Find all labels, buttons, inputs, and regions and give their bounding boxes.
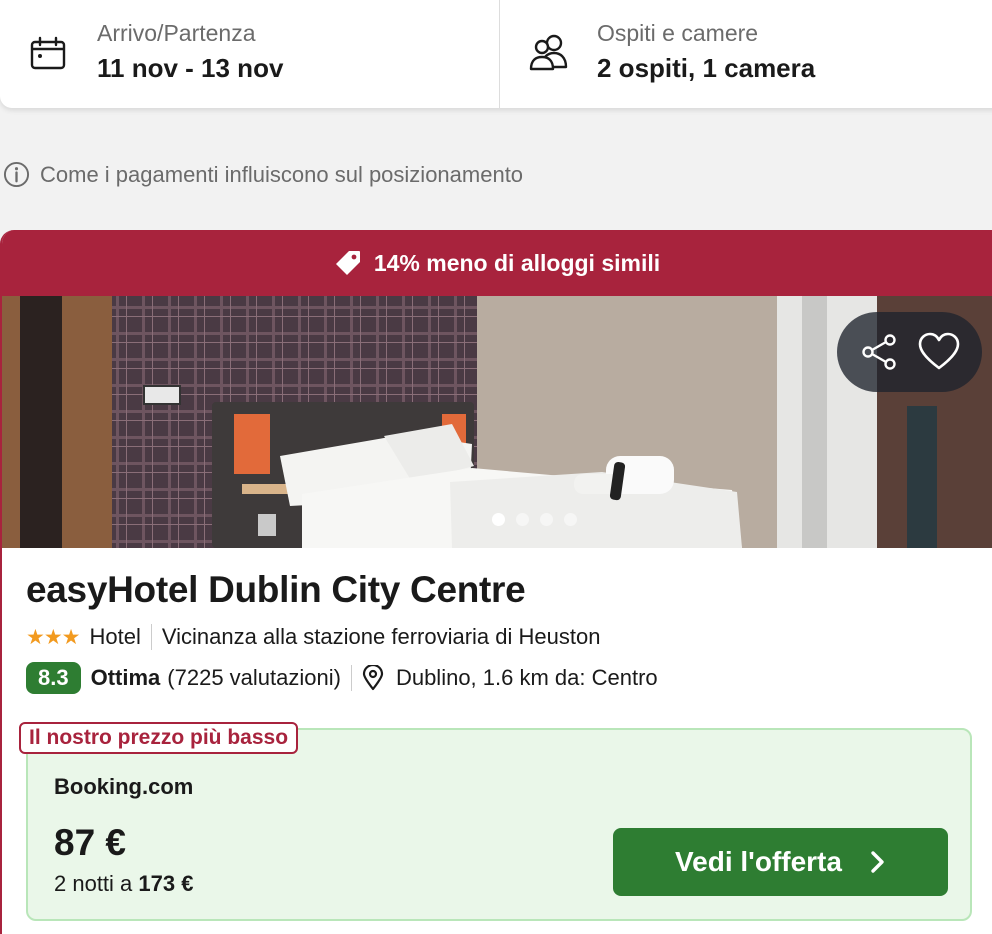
lowest-price-badge: Il nostro prezzo più basso [19,722,299,754]
hotel-feature: Vicinanza alla stazione ferroviaria di H… [161,624,601,649]
info-text: Come i pagamenti influiscono sul posizio… [40,161,524,187]
payments-ranking-info[interactable]: Come i pagamenti influiscono sul posizio… [3,161,523,188]
photo-dot[interactable] [516,513,529,526]
hotel-rating-location: 8.3 Ottima (7225 valutazioni) Dublino, 1… [26,662,658,694]
photo-dot[interactable] [564,513,577,526]
guests-label: Ospiti e camere [597,20,759,46]
dates-selector[interactable]: Arrivo/Partenza 11 nov - 13 nov [0,0,500,108]
divider [350,665,352,691]
search-bar: Arrivo/Partenza 11 nov - 13 nov Ospiti e… [0,0,992,108]
photo-dot[interactable] [492,513,505,526]
review-count[interactable]: (7225 valutazioni) [167,665,341,691]
photo-actions [837,312,982,392]
map-pin-icon [362,665,384,691]
nights-prefix: 2 notti a [54,871,133,896]
chevron-right-icon [871,851,884,873]
favorite-button[interactable] [916,329,962,375]
calendar-icon [30,36,66,70]
dates-label: Arrivo/Partenza [97,20,256,46]
view-offer-label: Vedi l'offerta [675,846,842,877]
hotel-photo[interactable] [2,296,992,548]
info-icon [3,161,30,188]
guests-selector[interactable]: Ospiti e camere 2 ospiti, 1 camera [500,0,992,108]
offer-price: 87 € [54,822,127,863]
share-icon [862,334,896,370]
offer-provider: Booking.com [54,774,194,799]
star-rating: ★★★ [26,625,80,649]
total-price: 173 € [138,871,194,896]
share-button[interactable] [857,329,903,375]
hotel-name[interactable]: easyHotel Dublin City Centre [26,569,526,611]
hotel-location[interactable]: Dublino, 1.6 km da: Centro [396,665,658,691]
hotel-type: Hotel [89,624,141,649]
users-icon [529,34,568,71]
guests-value: 2 ospiti, 1 camera [597,53,816,83]
rating-word: Ottima [90,665,161,690]
photo-dot[interactable] [540,513,553,526]
deal-banner: 14% meno di alloggi simili [2,230,992,296]
heart-icon [918,332,960,370]
view-offer-button[interactable]: Vedi l'offerta [613,828,948,896]
divider [150,624,152,650]
offer-total: 2 notti a 173 € [54,871,193,897]
photo-pagination[interactable] [492,513,577,526]
dates-value: 11 nov - 13 nov [97,53,284,83]
deal-text: 14% meno di alloggi simili [373,249,661,276]
tag-icon [335,251,360,275]
rating-badge[interactable]: 8.3 [26,662,81,694]
offer-box[interactable]: Booking.com 87 € 2 notti a 173 € Vedi l'… [26,728,972,921]
hotel-meta: ★★★ Hotel Vicinanza alla stazione ferrov… [26,624,600,650]
